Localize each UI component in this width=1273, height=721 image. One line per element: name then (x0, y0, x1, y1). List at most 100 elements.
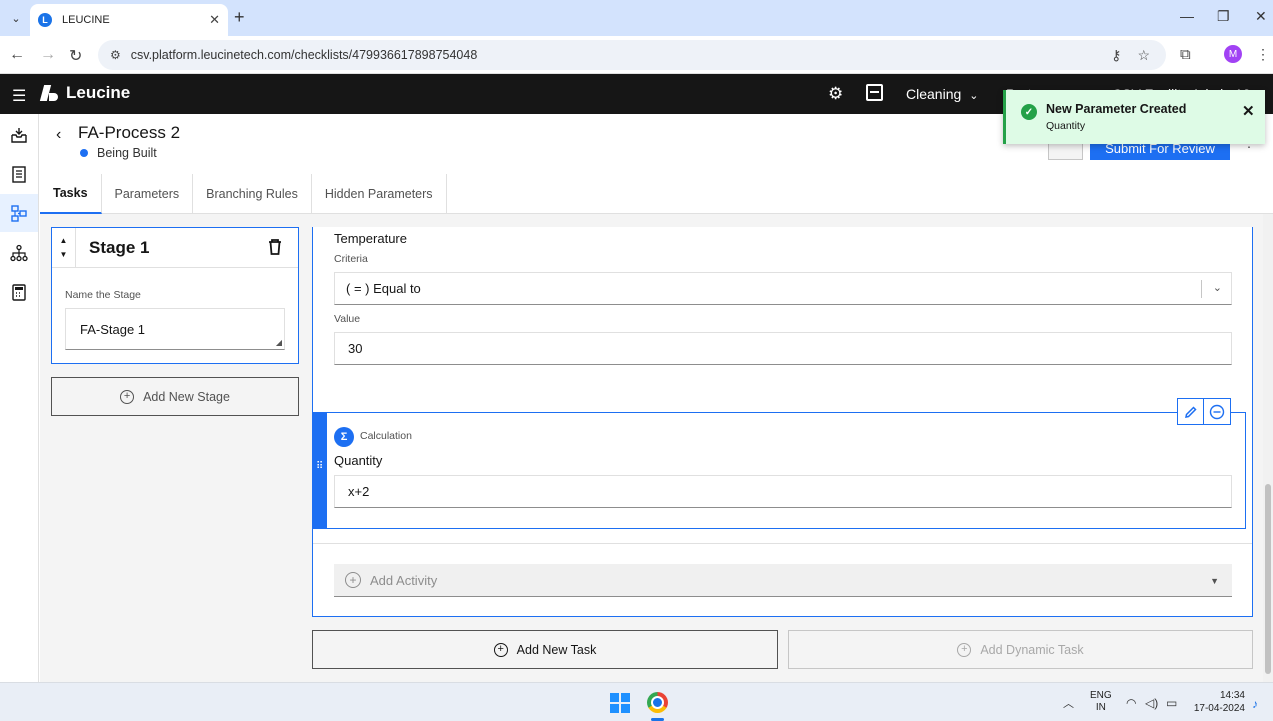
language-indicator[interactable]: ENG IN (1090, 690, 1112, 714)
tray-overflow-icon[interactable]: ︿ (1063, 695, 1074, 711)
sigma-icon: Σ (334, 427, 354, 447)
tab-search-icon[interactable]: ⌄ (6, 8, 26, 28)
stage-name-value: FA-Stage 1 (80, 322, 146, 337)
forward-nav-icon[interactable]: → (40, 46, 56, 64)
criteria-label: Criteria (334, 253, 368, 265)
calculation-expression-field[interactable]: x+2 (334, 475, 1232, 508)
add-activity-label: Add Activity (370, 572, 438, 588)
value-text: 30 (348, 341, 363, 356)
minimize-icon[interactable]: — (1180, 8, 1194, 24)
move-down-icon[interactable]: ▼ (60, 248, 68, 262)
caret-down-icon[interactable]: ▼ (1210, 576, 1219, 586)
add-circle-icon: + (493, 642, 508, 657)
stage-title: Stage 1 (89, 238, 150, 257)
tab-tasks[interactable]: Tasks (40, 174, 102, 214)
clock[interactable]: 14:34 17-04-2024 (1192, 689, 1245, 715)
scrollbar-thumb[interactable] (1265, 484, 1271, 674)
hierarchy-icon[interactable] (0, 234, 38, 272)
add-dynamic-task-label: Add Dynamic Task (980, 642, 1084, 657)
inbox-icon[interactable] (0, 116, 38, 154)
edit-pencil-icon[interactable] (1177, 398, 1204, 425)
left-icon-rail (0, 114, 39, 682)
restore-icon[interactable]: ❐ (1217, 8, 1230, 25)
profile-avatar[interactable]: M (1224, 45, 1242, 63)
hamburger-menu-icon[interactable]: ☰ (12, 86, 26, 106)
success-toast: ✓ New Parameter Created Quantity ✕ (1003, 90, 1265, 144)
checklist-icon[interactable] (0, 155, 38, 193)
calculation-activity[interactable]: ⠿ Σ Calculation Quantity x+2 (313, 412, 1246, 529)
volume-icon[interactable]: ◁) (1145, 696, 1158, 710)
criteria-select[interactable]: ( = ) Equal to ⌄ (334, 272, 1232, 305)
extensions-icon[interactable]: ⧉ (1180, 46, 1191, 63)
drag-handle-icon[interactable]: ⠿ (316, 462, 323, 472)
stage-card[interactable]: ▲ ▼ Stage 1 Name the Stage FA-Stage 1 ◢ (51, 227, 299, 364)
leucine-favicon-icon: L (38, 13, 52, 27)
task-card: Temperature Criteria ( = ) Equal to ⌄ Va… (312, 227, 1253, 617)
browser-menu-icon[interactable]: ⋮ (1256, 46, 1270, 63)
bookmark-star-icon[interactable]: ☆ (1137, 47, 1150, 64)
stage-header: ▲ ▼ Stage 1 (52, 228, 298, 268)
close-window-icon[interactable]: ✕ (1255, 8, 1267, 25)
new-tab-icon[interactable]: + (234, 8, 250, 26)
close-tab-icon[interactable]: ✕ (209, 12, 220, 28)
tab-title: LEUCINE (62, 14, 110, 26)
status-dot-icon (80, 149, 88, 157)
password-key-icon[interactable]: ⚷ (1111, 47, 1121, 64)
wifi-icon[interactable]: ◠ (1126, 696, 1136, 710)
activity-type-label: Calculation (360, 430, 412, 442)
add-new-stage-button[interactable]: + Add New Stage (51, 377, 299, 416)
tab-hidden-parameters[interactable]: Hidden Parameters (312, 174, 447, 214)
leucine-logo[interactable]: Leucine (40, 83, 130, 103)
lang-region: IN (1095, 702, 1106, 713)
toast-subtitle: Quantity (1046, 120, 1086, 132)
calculation-expression: x+2 (348, 484, 370, 499)
value-field[interactable]: 30 (334, 332, 1232, 365)
parameter-title: Temperature (334, 231, 407, 246)
settings-gear-icon[interactable]: ⚙ (828, 84, 843, 104)
add-dynamic-task-button[interactable]: + Add Dynamic Task (788, 630, 1253, 669)
stage-reorder: ▲ ▼ (52, 228, 76, 268)
notification-bell-icon[interactable]: ♪ (1252, 697, 1258, 711)
process-icon[interactable] (0, 194, 38, 232)
facility-name: Cleaning (906, 86, 962, 102)
calculation-actions (1177, 398, 1231, 425)
chevron-down-icon: ⌄ (969, 90, 979, 102)
toast-title: New Parameter Created (1046, 102, 1187, 116)
add-circle-icon: + (345, 572, 361, 588)
url-text[interactable]: csv.platform.leucinetech.com/checklists/… (131, 48, 1111, 62)
clock-date: 17-04-2024 (1193, 703, 1245, 714)
delete-stage-icon[interactable] (267, 238, 283, 259)
brand-name: Leucine (66, 83, 131, 102)
tab-parameters[interactable]: Parameters (102, 174, 194, 214)
leucine-mark-icon (40, 83, 60, 103)
select-divider (1201, 280, 1202, 298)
url-omnibox[interactable]: ⚙ csv.platform.leucinetech.com/checklist… (98, 40, 1166, 70)
browser-tab[interactable]: L LEUCINE ✕ (30, 4, 228, 36)
chrome-app-icon[interactable] (647, 692, 668, 713)
scan-icon[interactable] (866, 84, 883, 101)
close-toast-icon[interactable]: ✕ (1242, 102, 1255, 120)
add-circle-icon: + (120, 389, 135, 404)
site-info-icon[interactable]: ⚙ (110, 48, 121, 62)
battery-icon[interactable]: ▭ (1166, 696, 1177, 710)
move-up-icon[interactable]: ▲ (60, 234, 68, 248)
facility-selector[interactable]: Cleaning ⌄ (906, 86, 978, 102)
windows-start-icon[interactable] (610, 693, 630, 713)
reload-icon[interactable]: ↻ (69, 46, 82, 66)
value-label: Value (334, 313, 361, 325)
calculator-icon[interactable] (0, 273, 38, 311)
add-task-label: Add New Task (516, 642, 597, 657)
status-text: Being Built (97, 146, 157, 160)
stage-name-field[interactable]: FA-Stage 1 ◢ (65, 308, 285, 350)
back-chevron-icon[interactable]: ‹ (56, 126, 61, 144)
add-new-task-button[interactable]: + Add New Task (312, 630, 778, 669)
criteria-value: ( = ) Equal to (346, 281, 421, 296)
back-nav-icon[interactable]: ← (9, 46, 25, 64)
windows-taskbar: ︿ ENG IN ◠ ◁) ▭ 14:34 17-04-2024 ♪ (0, 682, 1273, 721)
tab-branching-rules[interactable]: Branching Rules (193, 174, 312, 214)
add-activity-dropdown[interactable]: + Add Activity ▼ (334, 564, 1232, 597)
scrollbar[interactable] (1263, 214, 1273, 682)
remove-circle-icon[interactable] (1204, 398, 1231, 425)
chevron-down-icon[interactable]: ⌄ (1213, 281, 1222, 294)
resize-handle-icon[interactable]: ◢ (276, 338, 282, 347)
